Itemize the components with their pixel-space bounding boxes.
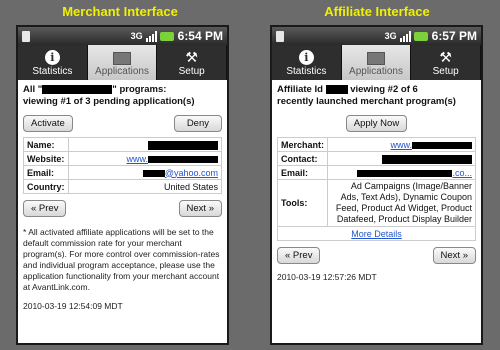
clock: 6:57 PM: [431, 29, 477, 43]
tab-statistics[interactable]: i Statistics: [18, 45, 88, 80]
heading-suffix: " programs:: [112, 84, 167, 95]
tab-setup[interactable]: ⚒ Setup: [157, 45, 227, 80]
tab-label: Setup: [432, 66, 459, 77]
timestamp: 2010-03-19 12:54:09 MDT: [23, 301, 123, 311]
email-link-text[interactable]: @yahoo.com: [165, 168, 218, 178]
table-row: Country: United States: [23, 179, 222, 194]
page-heading: All " " programs: viewing #1 of 3 pending…: [23, 84, 222, 108]
heading-prefix: Affiliate Id: [277, 84, 323, 95]
tab-label: Statistics: [286, 66, 327, 77]
merchant-panel-title: Merchant Interface: [62, 4, 178, 19]
tools-icon: ⚒: [439, 49, 452, 65]
more-details-link[interactable]: More Details: [351, 229, 402, 239]
signal-icon: [145, 30, 157, 42]
row-value: [67, 137, 222, 152]
merchant-link-text[interactable]: www.: [390, 140, 412, 150]
affiliate-panel-title: Affiliate Interface: [324, 4, 430, 19]
email-link-text[interactable]: .co...: [452, 168, 472, 178]
next-button[interactable]: Next »: [432, 247, 476, 264]
next-button[interactable]: Next »: [178, 200, 222, 217]
battery-icon: [159, 31, 174, 41]
merchant-link[interactable]: www.: [327, 137, 476, 152]
table-row: Name:: [23, 137, 222, 152]
row-value: United States: [67, 179, 222, 194]
row-value: Ad Campaigns (Image/Banner Ads, Text Ads…: [327, 179, 476, 227]
tab-label: Applications: [95, 66, 149, 77]
table-row: Email: .co...: [276, 165, 476, 180]
row-label: Merchant:: [276, 137, 329, 152]
clock: 6:54 PM: [177, 29, 223, 43]
table-row: Tools: Ad Campaigns (Image/Banner Ads, T…: [276, 179, 476, 227]
tab-label: Applications: [349, 66, 403, 77]
tab-bar: i Statistics Applications ⚒ Setup: [18, 45, 227, 80]
table-row: Website: www.: [23, 151, 222, 166]
row-value: [327, 151, 476, 166]
deny-button[interactable]: Deny: [173, 115, 222, 132]
row-label: Email:: [23, 165, 69, 180]
website-link[interactable]: www.: [67, 151, 222, 166]
prev-button[interactable]: « Prev: [23, 200, 67, 217]
heading-line2: viewing #1 of 3 pending application(s): [23, 96, 195, 107]
redacted-block: [42, 84, 113, 94]
email-link[interactable]: @yahoo.com: [67, 165, 222, 180]
signal-icon: [399, 30, 411, 42]
table-row: Contact:: [276, 151, 476, 166]
row-label: Email:: [276, 165, 329, 180]
merchant-phone-screen: 3G 6:54 PM i Statistics Applications ⚒ S…: [16, 25, 229, 345]
table-row: Email: @yahoo.com: [23, 165, 222, 180]
status-bar: 3G 6:54 PM: [18, 27, 227, 45]
row-label: Website:: [23, 151, 69, 166]
more-details-cell: More Details: [277, 226, 476, 241]
email-link[interactable]: .co...: [327, 165, 476, 180]
activate-button[interactable]: Activate: [23, 115, 73, 132]
tab-applications[interactable]: Applications: [87, 45, 158, 80]
row-label: Contact:: [276, 151, 329, 166]
apply-now-button[interactable]: Apply Now: [345, 115, 408, 132]
tools-icon: ⚒: [185, 49, 198, 65]
application-details-table: Name: Website: www. Email: @yahoo.com Co…: [23, 137, 222, 194]
tab-applications[interactable]: Applications: [341, 45, 412, 80]
tab-statistics[interactable]: i Statistics: [272, 45, 342, 80]
table-row: Merchant: www.: [276, 137, 476, 152]
affiliate-content: Affiliate Id viewing #2 of 6 recently la…: [272, 80, 481, 286]
tab-setup[interactable]: ⚒ Setup: [411, 45, 481, 80]
prev-button[interactable]: « Prev: [277, 247, 321, 264]
network-3g-icon: 3G: [130, 31, 143, 41]
affiliate-phone-screen: 3G 6:57 PM i Statistics Applications ⚒ S…: [270, 25, 483, 345]
status-bar: 3G 6:57 PM: [272, 27, 481, 45]
commission-note: * All activated affiliate applications w…: [23, 227, 220, 292]
info-icon: i: [44, 50, 60, 65]
row-label: Name:: [23, 137, 69, 152]
program-details-table: Merchant: www. Contact: Email: .co... To…: [276, 137, 476, 241]
heading-prefix: All ": [23, 84, 43, 95]
redacted-block: [325, 84, 348, 94]
heading-suffix: viewing #2 of 6: [350, 84, 418, 95]
row-label: Country:: [23, 179, 69, 194]
merchant-content: All " " programs: viewing #1 of 3 pending…: [18, 80, 227, 315]
sd-card-icon: [276, 30, 284, 42]
tab-bar: i Statistics Applications ⚒ Setup: [272, 45, 481, 80]
row-label: Tools:: [276, 179, 329, 227]
screen-icon: [367, 52, 385, 65]
battery-icon: [413, 31, 428, 41]
heading-line2: recently launched merchant program(s): [277, 96, 456, 107]
tab-label: Setup: [178, 66, 205, 77]
info-icon: i: [298, 50, 314, 65]
timestamp: 2010-03-19 12:57:26 MDT: [277, 272, 377, 282]
page-heading: Affiliate Id viewing #2 of 6 recently la…: [277, 84, 476, 108]
sd-card-icon: [22, 30, 30, 42]
tab-label: Statistics: [32, 66, 73, 77]
table-row: More Details: [277, 226, 476, 241]
screen-icon: [113, 52, 131, 65]
website-link-text[interactable]: www.: [126, 154, 148, 164]
network-3g-icon: 3G: [384, 31, 397, 41]
